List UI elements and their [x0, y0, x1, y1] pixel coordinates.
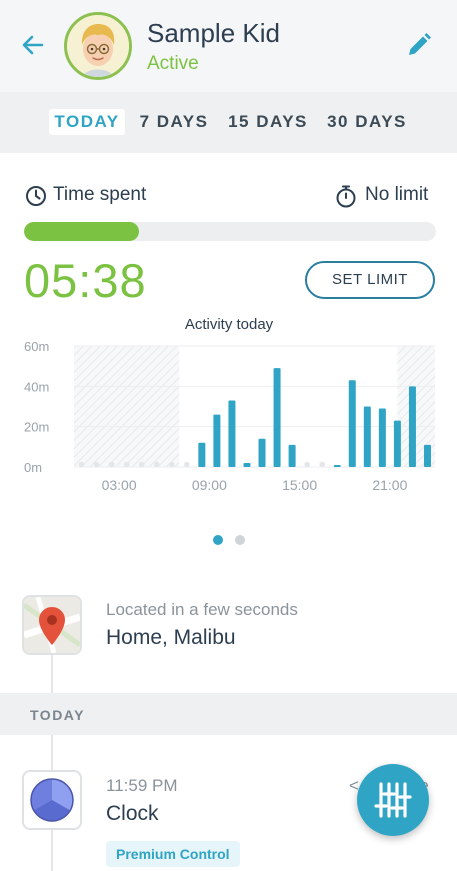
sliders-icon [374, 782, 412, 818]
kid-name: Sample Kid [147, 18, 280, 48]
timeline-line [51, 830, 53, 871]
activity-bar [378, 408, 386, 467]
restricted-range [74, 346, 180, 467]
x-axis-ticks: 03:00 09:00 15:00 21:00 [102, 477, 408, 493]
location-subtitle: Located in a few seconds [106, 600, 298, 619]
x-tick-label: 15:00 [282, 477, 317, 493]
pager-dot[interactable] [235, 535, 245, 545]
activity-bar [363, 406, 371, 467]
zero-dot [184, 461, 190, 468]
clock-icon [26, 186, 46, 206]
zero-dot [138, 461, 145, 468]
y-tick-label: 60m [24, 339, 49, 354]
activity-bar [288, 444, 296, 467]
period-tabs: TODAY 7 DAYS 15 DAYS 30 DAYS [0, 92, 457, 153]
activity-bar [348, 380, 356, 467]
pencil-icon[interactable] [404, 30, 434, 60]
set-limit-button[interactable]: SET LIMIT [305, 261, 435, 299]
activity-bar [198, 442, 206, 467]
activity-bar [393, 420, 401, 467]
activity-bar [273, 368, 281, 467]
time-progress-bar [24, 222, 436, 241]
limit-label: No limit [365, 184, 429, 205]
zero-dot [93, 461, 100, 468]
zero-dot [123, 461, 130, 468]
kid-header: Sample Kid Active [0, 0, 457, 92]
premium-control-badge[interactable]: Premium Control [106, 841, 240, 867]
zero-dot [168, 461, 175, 468]
x-tick-label: 09:00 [192, 477, 227, 493]
map-pin-icon [24, 597, 80, 653]
kid-avatar-icon [67, 15, 129, 77]
chart-title: Activity today [185, 316, 274, 333]
timeline-line [51, 655, 53, 693]
y-axis-ticks: 60m 40m 20m 0m [24, 339, 49, 475]
zero-dot [78, 461, 85, 468]
kid-status: Active [147, 53, 199, 74]
zero-dot [153, 461, 160, 468]
tab-7-days[interactable]: 7 DAYS [136, 109, 212, 135]
tab-30-days[interactable]: 30 DAYS [324, 109, 410, 135]
section-today-label: TODAY [30, 707, 85, 723]
filter-fab-button[interactable] [357, 764, 429, 836]
tab-15-days[interactable]: 15 DAYS [226, 109, 310, 135]
time-spent-value: 05:38 [24, 254, 147, 307]
stopwatch-icon [336, 185, 356, 208]
pager-dot-active[interactable] [213, 535, 223, 545]
x-tick-label: 03:00 [102, 477, 137, 493]
location-icon-tile[interactable] [22, 595, 82, 655]
time-spent-label: Time spent [53, 184, 147, 205]
timeline-line [51, 735, 53, 770]
app-icon-tile[interactable] [22, 770, 82, 830]
zero-dot [304, 461, 310, 468]
y-tick-label: 40m [24, 379, 49, 394]
activity-bar [408, 386, 416, 467]
y-tick-label: 0m [24, 460, 42, 475]
x-tick-label: 21:00 [372, 477, 407, 493]
avatar[interactable] [64, 12, 132, 80]
zero-dot [108, 461, 115, 468]
location-place[interactable]: Home, Malibu [106, 626, 236, 650]
activity-app-name: Clock [106, 802, 159, 825]
activity-bar [258, 438, 266, 467]
activity-chart: Activity today 60m 40m 20m 0m 03:00 09:00 15:… [24, 316, 435, 493]
activity-bar [228, 400, 236, 467]
clock-app-icon [30, 778, 74, 822]
zero-dot [319, 461, 325, 468]
tab-today[interactable]: TODAY [49, 109, 125, 135]
activity-bar [333, 464, 341, 467]
time-progress-fill [24, 222, 140, 241]
activity-bar [243, 462, 251, 467]
activity-bar [213, 414, 221, 467]
activity-time: 11:59 PM [106, 776, 178, 795]
activity-bar [423, 444, 431, 467]
section-header-today: TODAY [0, 693, 457, 735]
y-tick-label: 20m [24, 420, 49, 435]
arrow-left-icon[interactable] [18, 30, 48, 60]
